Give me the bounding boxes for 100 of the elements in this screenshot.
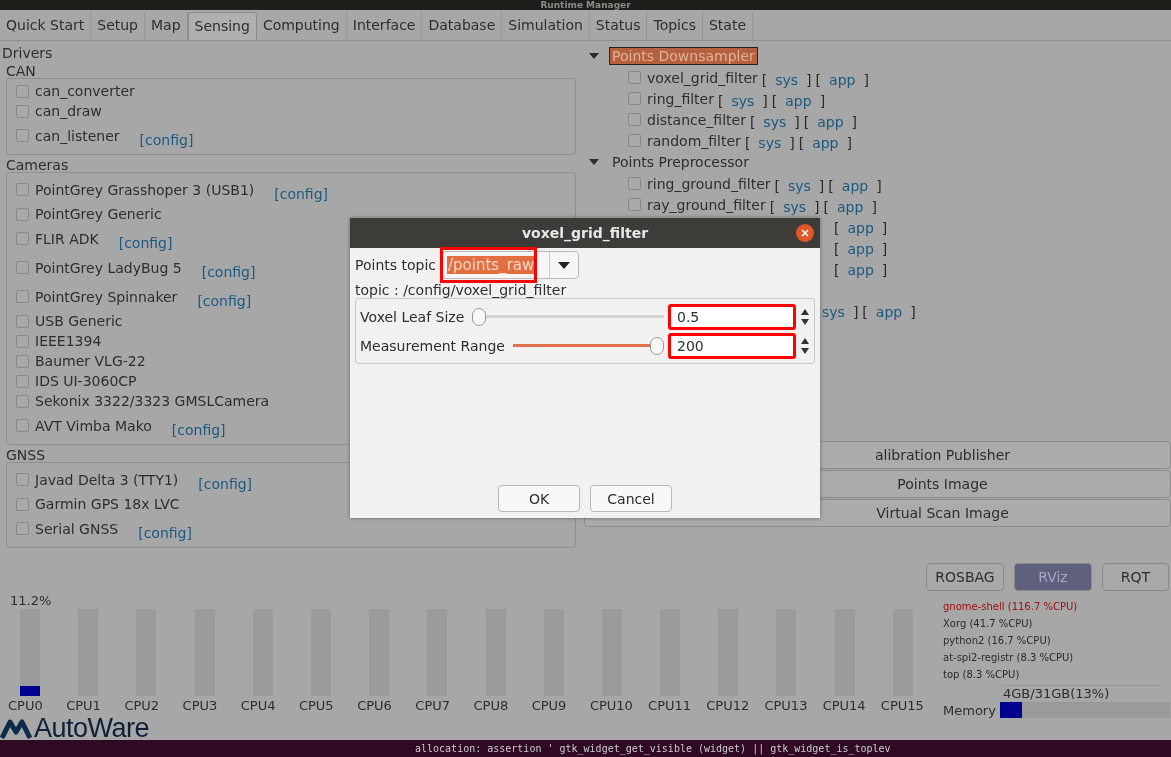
- checkbox[interactable]: [16, 84, 29, 98]
- slider-thumb[interactable]: [650, 336, 664, 355]
- link[interactable]: [ app ]: [815, 72, 869, 88]
- cpu-label: CPU6: [357, 698, 392, 714]
- dropdown-icon: [558, 261, 571, 269]
- checkbox[interactable]: [16, 419, 29, 432]
- tool-button[interactable]: ROSBAG: [926, 563, 1004, 591]
- dialog-button[interactable]: Cancel: [590, 485, 672, 512]
- checkbox[interactable]: [16, 183, 29, 196]
- link[interactable]: [ sys ]: [744, 135, 795, 151]
- window-title: Runtime Manager: [540, 0, 631, 10]
- process-entry: at-spi2-registr (8.3 %CPU): [943, 651, 1075, 665]
- node-label: voxel_grid_filter: [647, 69, 758, 86]
- number-field[interactable]: 0.5: [668, 303, 796, 330]
- checkbox[interactable]: [16, 261, 29, 274]
- link[interactable]: [ app ]: [823, 199, 877, 215]
- link[interactable]: sys ]: [822, 304, 859, 320]
- driver-label: can_converter: [35, 83, 135, 99]
- config-link[interactable]: [config]: [171, 422, 226, 438]
- number-field[interactable]: 200: [668, 332, 796, 359]
- checkbox[interactable]: [628, 92, 641, 105]
- cpu-label: CPU14: [822, 698, 866, 714]
- dialog-button[interactable]: OK: [498, 485, 580, 512]
- link[interactable]: [ sys ]: [774, 178, 825, 194]
- node-label: ray_ground_filter: [647, 196, 766, 213]
- cpu-label: CPU11: [648, 698, 692, 714]
- logo-text: AutoWare: [34, 712, 150, 744]
- process-entry: gnome-shell (116.7 %CPU): [943, 600, 1079, 614]
- driver-label: Javad Delta 3 (TTY1): [35, 471, 179, 488]
- checkbox[interactable]: [16, 334, 29, 348]
- close-icon: [796, 224, 814, 242]
- link[interactable]: [ sys ]: [761, 72, 812, 88]
- cpu-label: CPU0: [8, 698, 43, 714]
- logo-icon: [0, 716, 32, 740]
- config-link[interactable]: [config]: [138, 525, 192, 541]
- param-label: Measurement Range: [360, 337, 505, 354]
- checkbox[interactable]: [628, 71, 641, 84]
- checkbox[interactable]: [16, 522, 29, 535]
- checkbox[interactable]: [16, 354, 29, 368]
- checkbox[interactable]: [16, 104, 29, 118]
- checkbox[interactable]: [16, 497, 29, 511]
- section-title: Drivers: [2, 45, 54, 61]
- tab[interactable]: State: [703, 12, 754, 40]
- tab[interactable]: Status: [589, 12, 648, 40]
- node-label: ring_ground_filter: [647, 175, 771, 192]
- terminal-text: allocation: assertion ' gtk_widget_get_visible (widget) || gtk_widget_is_toplev: [415, 742, 891, 755]
- checkbox[interactable]: [628, 134, 641, 147]
- link[interactable]: [ sys ]: [769, 199, 820, 215]
- tab[interactable]: Computing: [256, 12, 347, 40]
- tab[interactable]: Sensing: [187, 12, 257, 40]
- config-link[interactable]: [config]: [198, 476, 253, 492]
- tree-item[interactable]: Points Preprocessor: [610, 154, 751, 170]
- checkbox[interactable]: [16, 207, 29, 221]
- link[interactable]: [ app ]: [828, 178, 882, 194]
- driver-label: FLIR ADK: [35, 230, 99, 247]
- link[interactable]: [ app ]: [834, 241, 888, 257]
- link[interactable]: [ app ]: [862, 304, 916, 320]
- param-label: Voxel Leaf Size: [360, 308, 465, 325]
- checkbox[interactable]: [16, 232, 29, 245]
- config-link[interactable]: [config]: [274, 186, 328, 202]
- link[interactable]: [ app ]: [834, 220, 888, 236]
- config-link[interactable]: [config]: [118, 235, 173, 251]
- checkbox[interactable]: [16, 290, 29, 303]
- group-title: CAN: [6, 64, 37, 78]
- node-label: random_filter: [647, 132, 741, 149]
- checkbox[interactable]: [16, 374, 29, 388]
- tool-button[interactable]: RQT: [1102, 563, 1169, 591]
- checkbox[interactable]: [628, 198, 641, 211]
- link[interactable]: [ app ]: [798, 135, 852, 151]
- config-link[interactable]: [config]: [139, 132, 194, 148]
- process-entry: python2 (16.7 %CPU): [943, 634, 1052, 648]
- frame-title: topic : /config/voxel_grid_filter: [355, 282, 568, 298]
- tab[interactable]: Quick Start: [0, 12, 92, 40]
- link[interactable]: [ app ]: [834, 262, 888, 278]
- config-link[interactable]: [config]: [201, 264, 256, 280]
- config-link[interactable]: [config]: [197, 293, 252, 309]
- tab[interactable]: Map: [145, 12, 188, 40]
- tab[interactable]: Interface: [346, 12, 423, 40]
- tab[interactable]: Simulation: [502, 12, 590, 40]
- tab[interactable]: Setup: [91, 12, 145, 40]
- tab[interactable]: Database: [422, 12, 503, 40]
- checkbox[interactable]: [16, 129, 29, 142]
- link[interactable]: [ sys ]: [749, 114, 800, 130]
- driver-label: can_draw: [35, 103, 102, 119]
- driver-label: IDS UI-3060CP: [35, 373, 137, 389]
- link[interactable]: [ sys ]: [718, 93, 768, 109]
- checkbox[interactable]: [628, 113, 641, 126]
- node-label: ring_filter: [647, 90, 714, 107]
- dialog-title: voxel_grid_filter: [521, 225, 649, 241]
- driver-label: PointGrey LadyBug 5: [35, 259, 182, 276]
- checkbox[interactable]: [16, 394, 29, 408]
- checkbox[interactable]: [16, 473, 29, 486]
- slider-thumb[interactable]: [472, 307, 487, 326]
- cpu-label: CPU5: [298, 698, 334, 714]
- cpu-label: CPU15: [880, 698, 924, 714]
- checkbox[interactable]: [16, 314, 29, 328]
- tab[interactable]: Topics: [647, 12, 703, 40]
- link[interactable]: [ app ]: [803, 114, 857, 130]
- checkbox[interactable]: [628, 177, 641, 190]
- link[interactable]: [ app ]: [771, 93, 826, 109]
